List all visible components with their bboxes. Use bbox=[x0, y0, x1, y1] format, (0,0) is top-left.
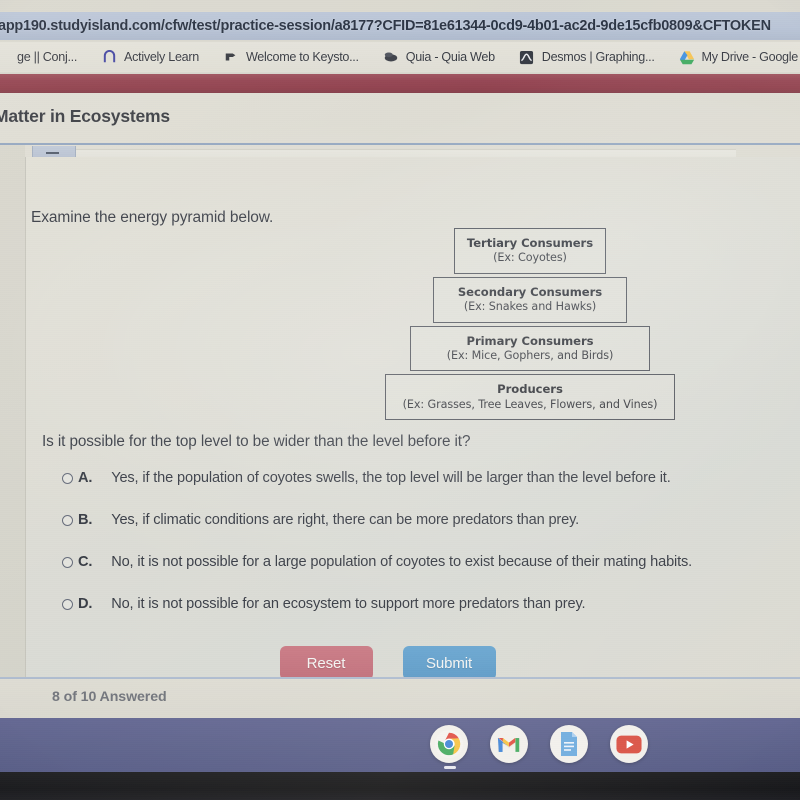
page-title: Matter in Ecosystems bbox=[0, 106, 170, 126]
radio-button-c[interactable] bbox=[62, 557, 73, 568]
tier-title: Primary Consumers bbox=[466, 333, 594, 348]
actively-learn-icon bbox=[101, 49, 117, 65]
bookmark-label: ge || Conj... bbox=[17, 50, 78, 64]
answer-choice-d[interactable]: D. No, it is not possible for an ecosyst… bbox=[62, 596, 772, 612]
tier-example: (Ex: Coyotes) bbox=[493, 251, 567, 265]
tier-title: Tertiary Consumers bbox=[466, 236, 594, 250]
google-drive-icon bbox=[679, 49, 695, 65]
action-button-row: Reset Submit bbox=[0, 646, 775, 680]
pyramid-tier-tertiary: Tertiary Consumers (Ex: Coyotes) bbox=[454, 228, 606, 274]
os-shelf bbox=[0, 718, 800, 772]
shelf-app-icons bbox=[430, 725, 648, 763]
radio-button-a[interactable] bbox=[62, 473, 73, 484]
pyramid-tier-primary: Primary Consumers (Ex: Mice, Gophers, an… bbox=[410, 325, 650, 372]
answered-count: 8 of 10 Answered bbox=[52, 689, 167, 705]
bookmark-label: Welcome to Keysto... bbox=[245, 50, 359, 64]
bookmark-desmos[interactable]: Desmos | Graphing... bbox=[507, 49, 667, 65]
tier-example: (Ex: Grasses, Tree Leaves, Flowers, and … bbox=[402, 397, 658, 411]
choice-letter: D. bbox=[78, 596, 93, 612]
bookmark-label: Actively Learn bbox=[124, 50, 199, 64]
gmail-icon[interactable] bbox=[490, 725, 528, 763]
prompt-text: Examine the energy pyramid below. bbox=[31, 209, 274, 226]
choice-text: No, it is not possible for a large popul… bbox=[111, 554, 693, 570]
radio-button-d[interactable] bbox=[62, 599, 73, 610]
bookmark-label: My Drive - Google D bbox=[701, 50, 800, 64]
energy-pyramid-diagram: Tertiary Consumers (Ex: Coyotes) Seconda… bbox=[380, 228, 680, 423]
photographed-screen: app190.studyisland.com/cfw/test/practice… bbox=[0, 0, 800, 800]
page-body: Matter in Ecosystems Examine the energy … bbox=[0, 93, 800, 715]
choice-text: No, it is not possible for an ecosystem … bbox=[111, 596, 586, 612]
desmos-icon bbox=[519, 49, 535, 65]
quia-icon bbox=[383, 49, 399, 65]
radio-button-b[interactable] bbox=[62, 515, 73, 526]
bookmark-generic-icon bbox=[0, 49, 10, 65]
chrome-active-indicator bbox=[444, 766, 456, 769]
tier-title: Secondary Consumers bbox=[457, 284, 603, 299]
choice-text: Yes, if climatic conditions are right, t… bbox=[111, 512, 580, 528]
choice-letter: B. bbox=[78, 512, 93, 528]
monitor-bezel bbox=[0, 772, 800, 800]
pyramid-tier-secondary: Secondary Consumers (Ex: Snakes and Hawk… bbox=[433, 276, 627, 323]
panel-left-gutter bbox=[0, 145, 25, 695]
bookmark-label: Desmos | Graphing... bbox=[541, 50, 655, 64]
answer-choice-c[interactable]: C. No, it is not possible for a large po… bbox=[62, 554, 772, 570]
choice-text: Yes, if the population of coyotes swells… bbox=[111, 470, 671, 486]
answer-choice-b[interactable]: B. Yes, if climatic conditions are right… bbox=[62, 512, 772, 528]
reset-button[interactable]: Reset bbox=[279, 646, 373, 680]
choice-letter: C. bbox=[78, 554, 93, 570]
answer-choice-a[interactable]: A. Yes, if the population of coyotes swe… bbox=[62, 470, 772, 486]
docs-icon[interactable] bbox=[550, 725, 588, 763]
keystone-icon bbox=[223, 49, 239, 65]
bookmark-label: Quia - Quia Web bbox=[405, 50, 495, 64]
tier-example: (Ex: Mice, Gophers, and Birds) bbox=[446, 348, 614, 362]
browser-address-bar[interactable]: app190.studyisland.com/cfw/test/practice… bbox=[0, 12, 800, 40]
chrome-icon[interactable] bbox=[430, 725, 468, 763]
submit-button[interactable]: Submit bbox=[402, 646, 496, 680]
bookmark-google-drive[interactable]: My Drive - Google D bbox=[667, 49, 800, 65]
pyramid-tier-producers: Producers (Ex: Grasses, Tree Leaves, Flo… bbox=[385, 374, 675, 421]
tier-title: Producers bbox=[497, 382, 563, 397]
bookmark-actively-learn[interactable]: Actively Learn bbox=[89, 49, 211, 65]
answer-choice-list: A. Yes, if the population of coyotes swe… bbox=[62, 470, 772, 638]
tier-example: (Ex: Snakes and Hawks) bbox=[463, 299, 597, 313]
bookmark-conj[interactable]: ge || Conj... bbox=[0, 49, 89, 65]
url-text[interactable]: app190.studyisland.com/cfw/test/practice… bbox=[0, 18, 771, 34]
bookmark-keystone[interactable]: Welcome to Keysto... bbox=[211, 49, 371, 65]
youtube-icon[interactable] bbox=[610, 725, 648, 763]
site-header-band bbox=[0, 74, 800, 93]
question-text: Is it possible for the top level to be w… bbox=[42, 433, 471, 450]
bookmark-quia[interactable]: Quia - Quia Web bbox=[371, 49, 507, 65]
bookmarks-bar: ge || Conj... Actively Learn Welcome to … bbox=[0, 42, 800, 72]
choice-letter: A. bbox=[78, 470, 93, 486]
progress-footer: 8 of 10 Answered bbox=[0, 677, 800, 715]
